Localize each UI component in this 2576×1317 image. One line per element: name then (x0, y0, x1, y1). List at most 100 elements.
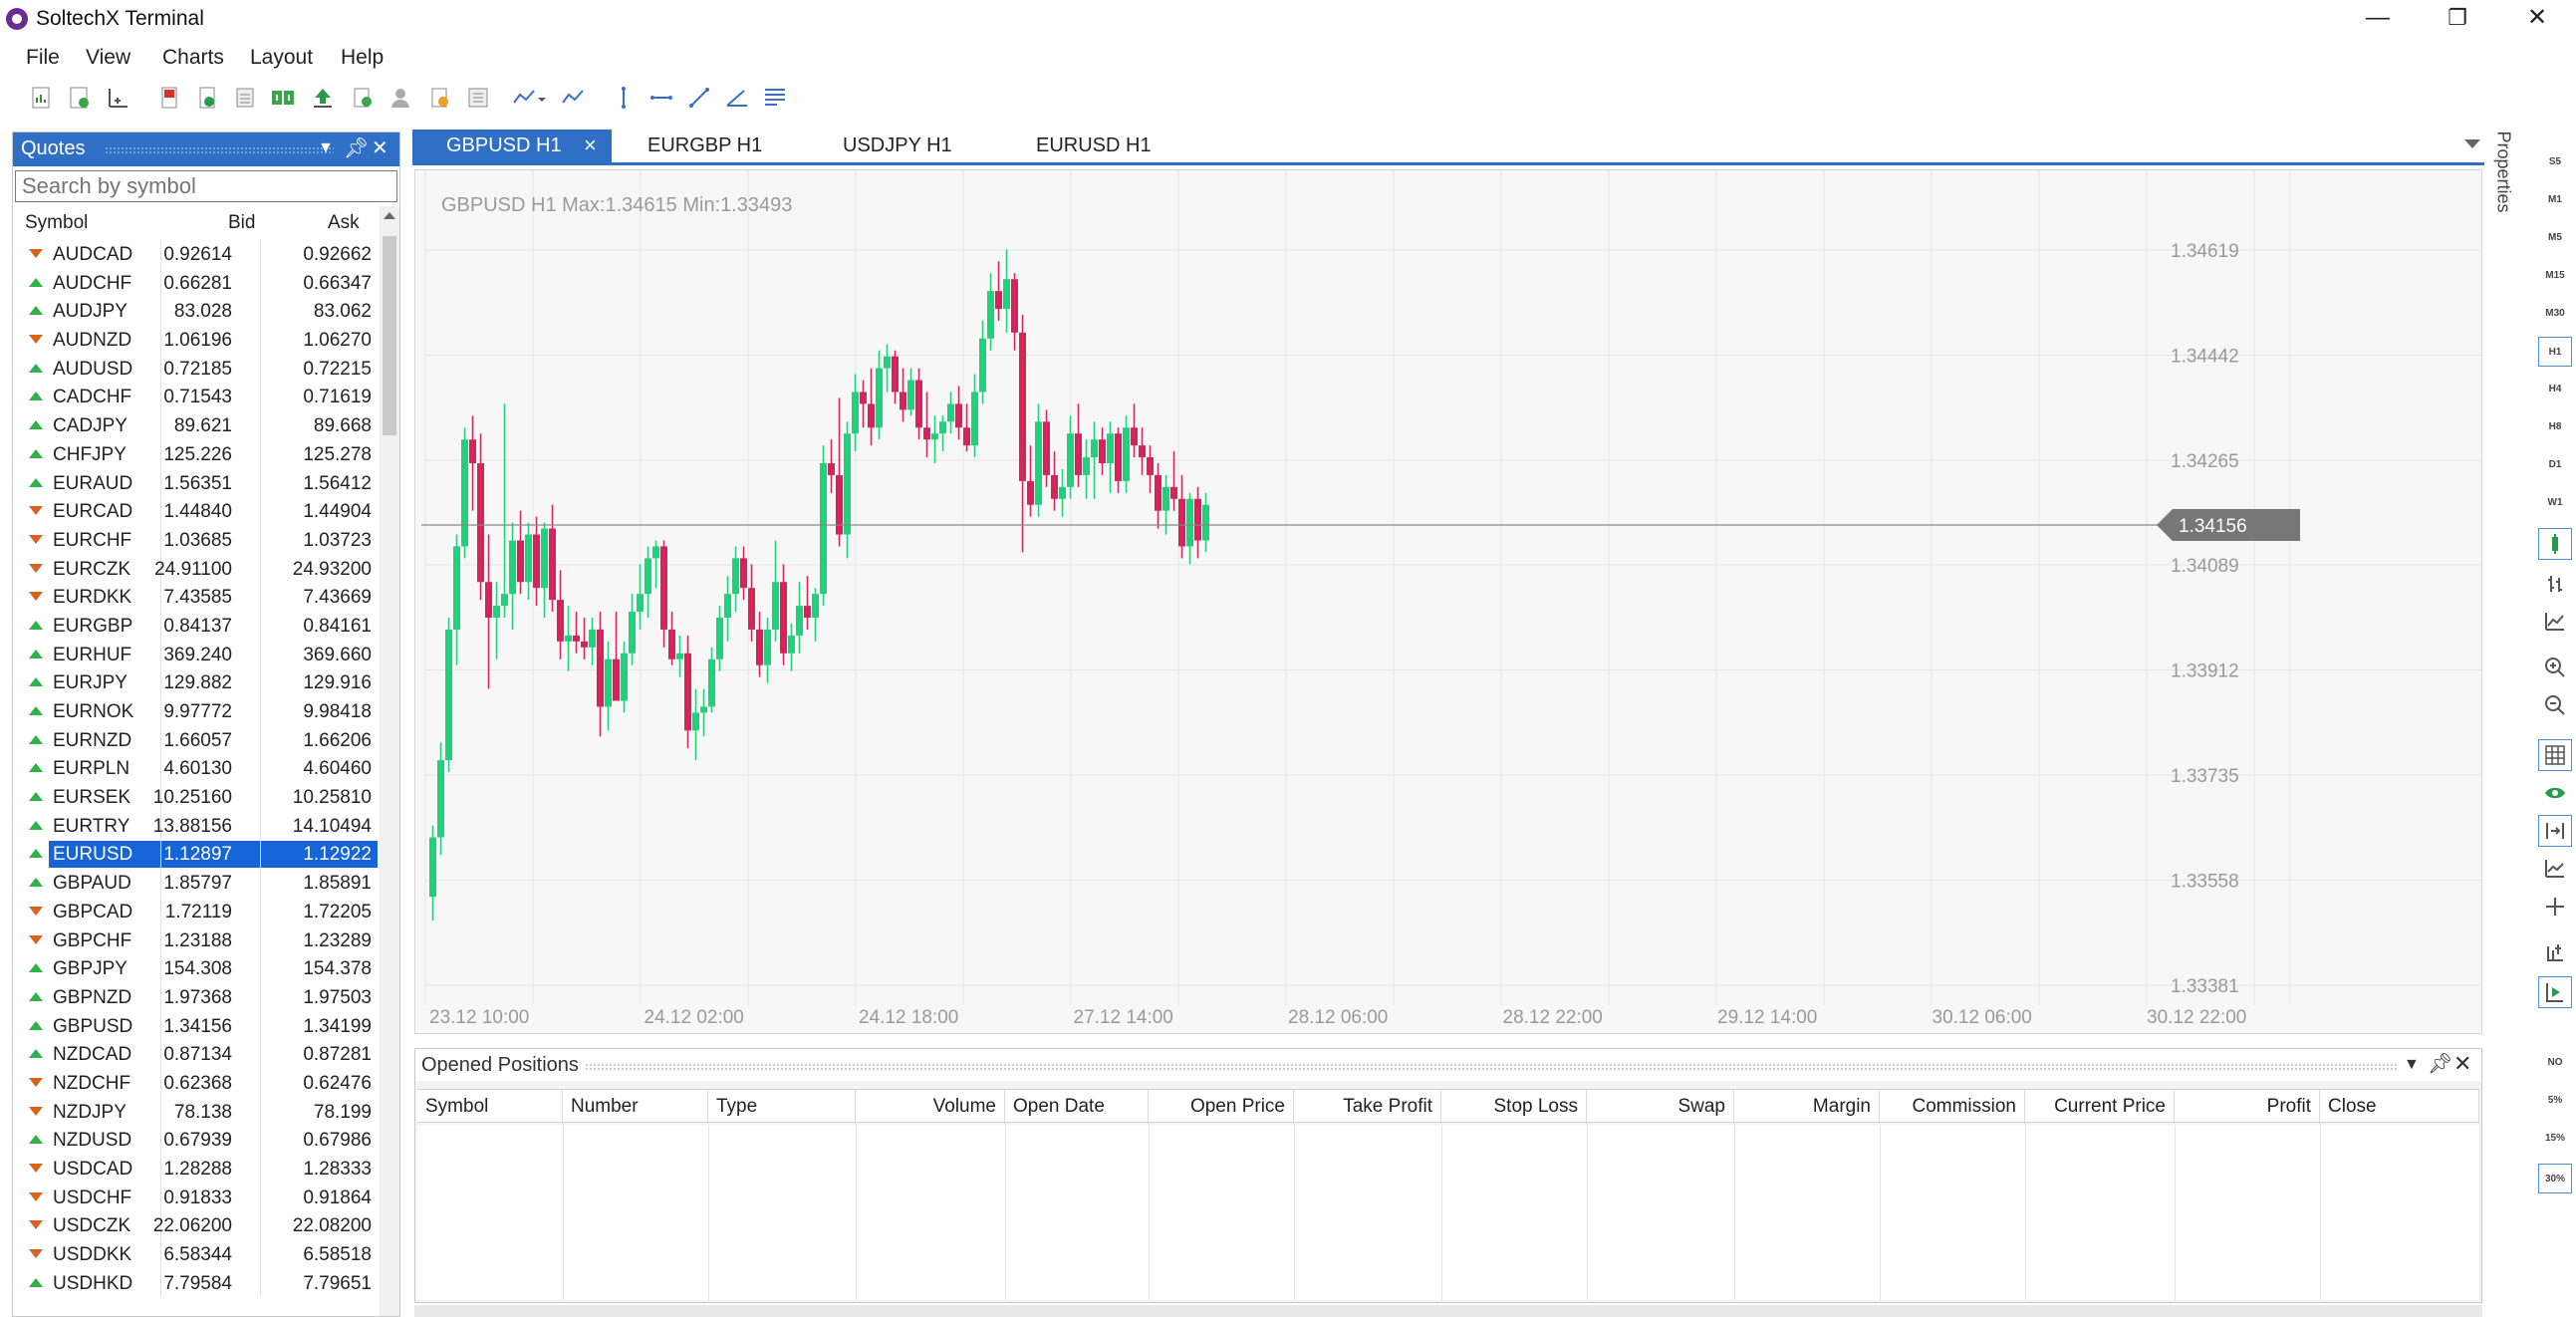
quote-row[interactable]: EURSEK 10.25160 10.25810 (13, 783, 378, 812)
one-click-trade-icon[interactable] (269, 84, 297, 112)
play-icon[interactable] (2538, 976, 2572, 1008)
column-margin[interactable]: Margin (1734, 1090, 1880, 1124)
panel-menu-icon[interactable]: ▼ (2404, 1056, 2420, 1074)
timeframe-m30[interactable]: M30 (2538, 299, 2572, 329)
volume-option[interactable]: 30% (2538, 1164, 2572, 1193)
order-icon[interactable] (231, 84, 259, 112)
zoom-out-icon[interactable] (2538, 689, 2572, 721)
column-profit[interactable]: Profit (2175, 1090, 2320, 1124)
timeframe-h8[interactable]: H8 (2538, 412, 2572, 442)
templates-icon[interactable] (464, 84, 492, 112)
timeframe-w1[interactable]: W1 (2538, 488, 2572, 518)
close-window-button[interactable]: ✕ (2498, 0, 2576, 38)
quote-row[interactable]: NZDCHF 0.62368 0.62476 (13, 1068, 378, 1098)
bar-type-icon[interactable] (2538, 568, 2572, 600)
quote-row[interactable]: EURHUF 369.240 369.660 (13, 640, 378, 669)
tab-usdjpy-h1[interactable]: USDJPY H1 (843, 130, 992, 162)
column-bid[interactable]: Bid (228, 212, 255, 234)
quote-row[interactable]: NZDJPY 78.138 78.199 (13, 1097, 378, 1127)
column-stop-loss[interactable]: Stop Loss (1441, 1090, 1587, 1124)
column-ask[interactable]: Ask (328, 212, 360, 234)
scroll-up-icon[interactable] (384, 212, 395, 219)
close-tab-icon[interactable]: × (584, 132, 597, 158)
quote-row[interactable]: GBPNZD 1.97368 1.97503 (13, 982, 378, 1012)
quote-row[interactable]: AUDJPY 83.028 83.062 (13, 297, 378, 327)
trend-line-icon[interactable] (685, 84, 713, 112)
pin-icon[interactable]: 📌︎ (2428, 1051, 2452, 1076)
quote-row[interactable]: EURNZD 1.66057 1.66206 (13, 725, 378, 755)
close-panel-icon[interactable]: ✕ (2453, 1051, 2471, 1077)
quote-row[interactable]: AUDNZD 1.06196 1.06270 (13, 326, 378, 355)
column-take-profit[interactable]: Take Profit (1294, 1090, 1441, 1124)
upload-icon[interactable] (309, 84, 337, 112)
column-number[interactable]: Number (563, 1090, 708, 1124)
column-swap[interactable]: Swap (1587, 1090, 1734, 1124)
candlestick-chart[interactable]: 1.34156 1.34619 1.34442 1.34265 1.34089 1.33… (415, 170, 2481, 1033)
quote-row[interactable]: GBPCHF 1.23188 1.23289 (13, 925, 378, 955)
quote-row[interactable]: AUDUSD 0.72185 0.72215 (13, 354, 378, 384)
quote-row[interactable]: USDCAD 1.28288 1.28333 (13, 1155, 378, 1184)
fibonacci-icon[interactable] (761, 84, 789, 112)
timeframe-h4[interactable]: H4 (2538, 375, 2572, 404)
quote-row[interactable]: AUDCHF 0.66281 0.66347 (13, 268, 378, 298)
timeframe-d1[interactable]: D1 (2538, 450, 2572, 480)
quote-row[interactable]: EURUSD 1.12897 1.12922 (13, 840, 378, 870)
price-chart[interactable]: 1.34156 1.34619 1.34442 1.34265 1.34089 1.33… (414, 169, 2482, 1034)
crosshair-icon[interactable] (2538, 891, 2572, 922)
quote-row[interactable]: CADJPY 89.621 89.668 (13, 411, 378, 440)
horizontal-line-icon[interactable] (647, 84, 675, 112)
quote-row[interactable]: USDDKK 6.58344 6.58518 (13, 1240, 378, 1269)
quote-row[interactable]: GBPAUD 1.85797 1.85891 (13, 869, 378, 898)
tab-eurgbp-h1[interactable]: EURGBP H1 (647, 130, 797, 162)
quote-row[interactable]: AUDCAD 0.92614 0.92662 (13, 240, 378, 269)
alert-icon[interactable] (426, 84, 454, 112)
timeframe-m5[interactable]: M5 (2538, 223, 2572, 253)
vertical-line-icon[interactable] (610, 84, 638, 112)
menu-file[interactable]: File (26, 46, 60, 70)
candles-type-icon[interactable] (2538, 528, 2572, 560)
tab-eurusd-h1[interactable]: EURUSD H1 (1036, 130, 1185, 162)
sell-icon[interactable] (155, 84, 183, 112)
quote-row[interactable]: EURTRY 13.88156 14.10494 (13, 811, 378, 841)
quote-row[interactable]: EURDKK 7.43585 7.43669 (13, 583, 378, 612)
quotes-scrollbar[interactable] (380, 206, 399, 1316)
column-commission[interactable]: Commission (1880, 1090, 2025, 1124)
add-indicator-icon[interactable] (104, 84, 131, 112)
column-symbol[interactable]: Symbol (25, 212, 88, 234)
column-volume[interactable]: Volume (856, 1090, 1005, 1124)
menu-layout[interactable]: Layout (250, 46, 313, 70)
indicator-icon[interactable] (2538, 853, 2572, 885)
close-panel-icon[interactable]: ✕ (372, 135, 388, 160)
timeframe-h1[interactable]: H1 (2538, 337, 2572, 367)
minimize-button[interactable]: — (2339, 0, 2417, 38)
quote-row[interactable]: CADCHF 0.71543 0.71619 (13, 383, 378, 412)
restore-button[interactable]: ❐ (2419, 0, 2496, 38)
pin-icon[interactable]: 📌︎ (344, 135, 369, 160)
account-icon[interactable] (386, 84, 414, 112)
quote-row[interactable]: EURNOK 9.97772 9.98418 (13, 697, 378, 726)
line-type-icon[interactable] (2538, 606, 2572, 638)
timeframe-m15[interactable]: M15 (2538, 261, 2572, 291)
quote-row[interactable]: EURCHF 1.03685 1.03723 (13, 525, 378, 555)
open-chart-icon[interactable] (66, 84, 94, 112)
buy-icon[interactable] (193, 84, 221, 112)
properties-tab[interactable]: Properties (2486, 132, 2520, 241)
quote-row[interactable]: EURJPY 129.882 129.916 (13, 668, 378, 697)
column-close[interactable]: Close (2320, 1090, 2479, 1124)
search-input[interactable] (15, 170, 397, 202)
column-open-price[interactable]: Open Price (1149, 1090, 1294, 1124)
history-icon[interactable] (349, 84, 377, 112)
column-open-date[interactable]: Open Date (1005, 1090, 1149, 1124)
quote-row[interactable]: GBPCAD 1.72119 1.72205 (13, 897, 378, 926)
scroll-thumb[interactable] (383, 236, 396, 435)
quote-row[interactable]: GBPJPY 154.308 154.378 (13, 954, 378, 983)
chart-shift-icon[interactable] (2538, 936, 2572, 968)
quote-row[interactable]: USDCZK 22.06200 22.08200 (13, 1211, 378, 1241)
eye-icon[interactable] (2538, 777, 2572, 809)
column-symbol[interactable]: Symbol (417, 1090, 563, 1124)
volume-option[interactable]: NO (2538, 1048, 2572, 1078)
tabs-dropdown-icon[interactable] (2464, 139, 2480, 148)
line-chart-icon[interactable] (560, 84, 588, 112)
zoom-in-icon[interactable] (2538, 652, 2572, 683)
quote-row[interactable]: GBPUSD 1.34156 1.34199 (13, 1011, 378, 1041)
